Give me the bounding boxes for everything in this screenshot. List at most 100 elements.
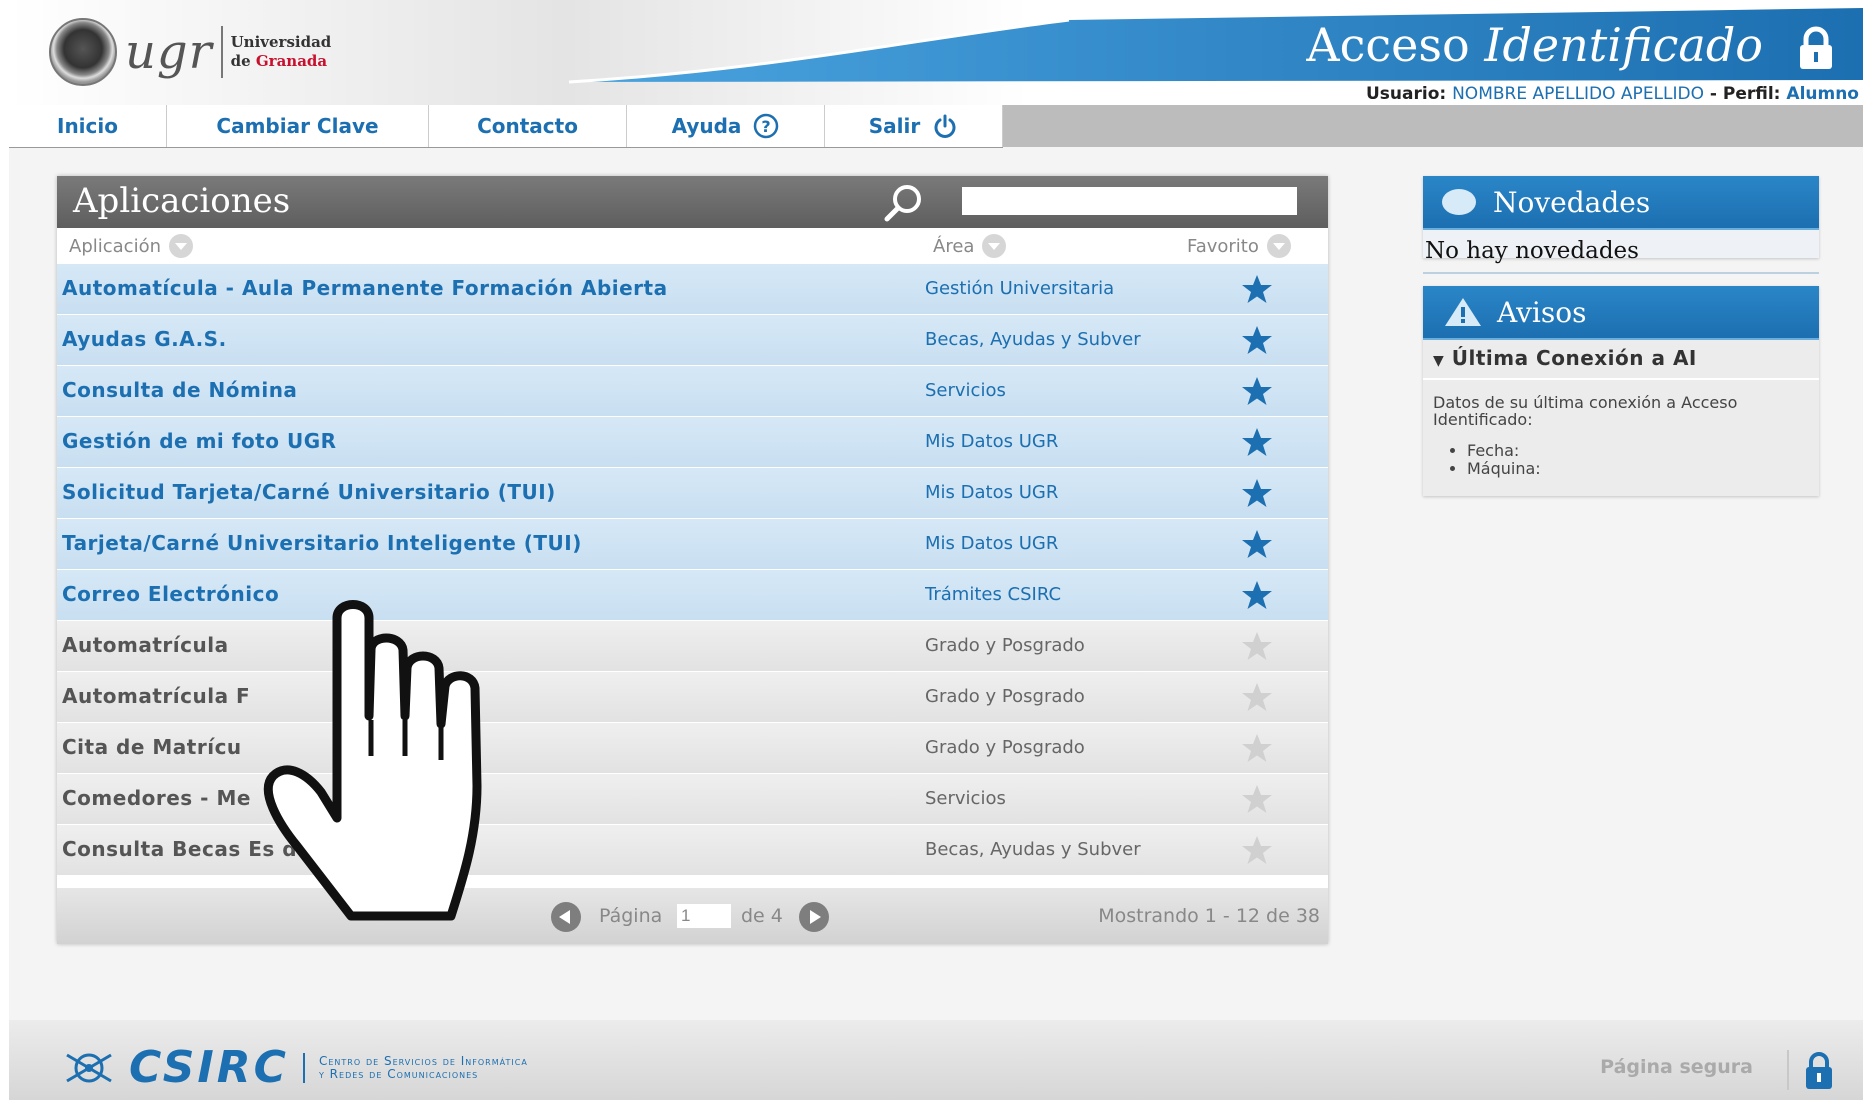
university-name: Universidad de Granada xyxy=(231,33,332,71)
nav-item-salir[interactable]: Salir xyxy=(825,105,1003,147)
page-total: de 4 xyxy=(741,905,783,927)
university-name-line1: Universidad xyxy=(230,33,332,51)
logo-divider xyxy=(220,26,223,78)
table-row[interactable]: Automatrícula F Grado y Posgrado xyxy=(57,672,1328,723)
csirc-wordmark: CSIRC xyxy=(129,1042,289,1093)
user-name: NOMBRE APELLIDO APELLIDO xyxy=(1452,84,1704,104)
app-name-link[interactable]: Automatrícula xyxy=(62,633,229,657)
app-name-link[interactable]: Ayudas G.A.S. xyxy=(62,327,227,351)
page-number-input[interactable] xyxy=(677,904,731,928)
warning-icon xyxy=(1445,298,1481,326)
table-row[interactable]: Gestión de mi foto UGR Mis Datos UGR xyxy=(57,417,1328,468)
table-row[interactable]: Consulta Becas Es do Becas, Ayudas y Subv… xyxy=(57,825,1328,876)
app-area: Gestión Universitaria xyxy=(925,278,1115,299)
nav-item-label: Cambiar Clave xyxy=(216,114,379,138)
table-row[interactable]: Comedores - Me Servicios xyxy=(57,774,1328,825)
table-row[interactable]: Automatrícula Grado y Posgrado xyxy=(57,621,1328,672)
secure-lock-icon xyxy=(1806,1052,1832,1089)
csirc-subtitle: Centro de Servicios de Informática y Red… xyxy=(319,1054,528,1081)
nav-item-cambiar-clave[interactable]: Cambiar Clave xyxy=(167,105,429,147)
table-row[interactable]: Cita de Matrícu Grado y Posgrado xyxy=(57,723,1328,774)
favorite-star-icon[interactable] xyxy=(1241,784,1273,814)
favorite-star-icon[interactable] xyxy=(1241,376,1273,406)
notices-title: Avisos xyxy=(1497,295,1587,329)
favorite-star-icon[interactable] xyxy=(1241,529,1273,559)
favorite-star-icon[interactable] xyxy=(1241,682,1273,712)
table-row[interactable]: Tarjeta/Carné Universitario Inteligente … xyxy=(57,519,1328,570)
app-area: Mis Datos UGR xyxy=(925,431,1059,452)
app-area: Mis Datos UGR xyxy=(925,482,1059,503)
app-name-link[interactable]: Gestión de mi foto UGR xyxy=(62,429,337,453)
last-connection-title: Última Conexión a AI xyxy=(1451,346,1697,370)
favorite-star-icon[interactable] xyxy=(1241,325,1273,355)
svg-text:?: ? xyxy=(762,117,771,136)
prev-page-button[interactable] xyxy=(551,902,581,932)
next-page-button[interactable] xyxy=(799,902,829,932)
csirc-logo[interactable]: CSIRC Centro de Servicios de Informática… xyxy=(63,1042,528,1093)
header: ugr Universidad de Granada Acceso Identi… xyxy=(9,0,1863,105)
ugr-logo[interactable]: ugr Universidad de Granada xyxy=(49,18,331,86)
app-name-link[interactable]: Tarjeta/Carné Universitario Inteligente … xyxy=(62,531,582,555)
app-name-link[interactable]: Automatrícula F xyxy=(62,684,250,708)
network-icon xyxy=(66,1053,112,1082)
table-header: Aplicación Área Favorito xyxy=(57,228,1328,264)
app-name-link[interactable]: Correo Electrónico xyxy=(62,582,279,606)
last-connection-machine: Máquina: xyxy=(1467,460,1819,478)
favorite-star-icon[interactable] xyxy=(1241,631,1273,661)
news-header: Novedades xyxy=(1423,176,1819,230)
lock-icon xyxy=(1800,26,1832,69)
app-name-link[interactable]: Comedores - Me xyxy=(62,786,251,810)
footer: CSIRC Centro de Servicios de Informática… xyxy=(9,1020,1863,1100)
last-connection-toggle[interactable]: ▼ Última Conexión a AI xyxy=(1423,340,1819,380)
last-connection-text: Datos de su última conexión a Acceso Ide… xyxy=(1433,393,1738,429)
sort-icon xyxy=(169,234,193,258)
user-info: Usuario: NOMBRE APELLIDO APELLIDO - Perf… xyxy=(1366,84,1859,104)
app-name-link[interactable]: Solicitud Tarjeta/Carné Universitario (T… xyxy=(62,480,556,504)
app-name-link[interactable]: Automatícula - Aula Permanente Formación… xyxy=(62,276,668,300)
table-row[interactable]: Correo Electrónico Trámites CSIRC xyxy=(57,570,1328,621)
app-area: Becas, Ayudas y Subver xyxy=(925,329,1141,350)
favorite-star-icon[interactable] xyxy=(1241,274,1273,304)
profile-label: - Perfil: xyxy=(1709,84,1781,104)
table-row[interactable]: Automatícula - Aula Permanente Formación… xyxy=(57,264,1328,315)
nav-item-label: Ayuda xyxy=(671,114,742,138)
applications-table: Automatícula - Aula Permanente Formación… xyxy=(57,264,1328,876)
university-name-line2: de Granada xyxy=(231,52,332,71)
page-label: Página xyxy=(599,905,663,927)
app-area: Trámites CSIRC xyxy=(925,584,1062,605)
app-area: Grado y Posgrado xyxy=(925,737,1085,758)
nav-item-inicio[interactable]: Inicio xyxy=(9,105,167,147)
favorite-star-icon[interactable] xyxy=(1241,835,1273,865)
table-row[interactable]: Solicitud Tarjeta/Carné Universitario (T… xyxy=(57,468,1328,519)
page-title: Acceso Identificado xyxy=(1306,18,1763,72)
favorite-star-icon[interactable] xyxy=(1241,478,1273,508)
nav-items: Inicio Cambiar Clave Contacto Ayuda ? Sa… xyxy=(9,105,1003,148)
nav-item-contacto[interactable]: Contacto xyxy=(429,105,627,147)
column-aplicacion[interactable]: Aplicación xyxy=(69,234,193,258)
favorite-star-icon[interactable] xyxy=(1241,427,1273,457)
pagination: Página de 4 Mostrando 1 - 12 de 38 xyxy=(57,888,1328,944)
search-input[interactable] xyxy=(962,187,1297,215)
notices-header: Avisos xyxy=(1423,286,1819,340)
column-favorito[interactable]: Favorito xyxy=(1187,234,1291,258)
nav-item-label: Contacto xyxy=(477,114,578,138)
ugr-wordmark: ugr xyxy=(125,24,213,80)
sort-icon xyxy=(1266,234,1291,258)
table-row[interactable]: Consulta de Nómina Servicios xyxy=(57,366,1328,417)
column-area[interactable]: Área xyxy=(933,234,1007,258)
nav-item-label: Salir xyxy=(868,114,921,138)
app-name-link[interactable]: Cita de Matrícu xyxy=(62,735,242,759)
search-icon[interactable] xyxy=(881,181,925,225)
favorite-star-icon[interactable] xyxy=(1241,580,1273,610)
hand-pointer-icon xyxy=(263,600,482,921)
notices-panel: Avisos ▼ Última Conexión a AI Datos de s… xyxy=(1423,286,1819,496)
table-row[interactable]: Ayudas G.A.S. Becas, Ayudas y Subver xyxy=(57,315,1328,366)
favorite-star-icon[interactable] xyxy=(1241,733,1273,763)
last-connection-list: Fecha: Máquina: xyxy=(1423,442,1819,478)
power-icon xyxy=(934,114,956,138)
nav-item-label: Inicio xyxy=(57,114,118,138)
app-area: Grado y Posgrado xyxy=(925,635,1085,656)
applications-title: Aplicaciones xyxy=(73,181,291,221)
app-name-link[interactable]: Consulta de Nómina xyxy=(62,378,297,402)
nav-item-ayuda[interactable]: Ayuda ? xyxy=(627,105,825,147)
